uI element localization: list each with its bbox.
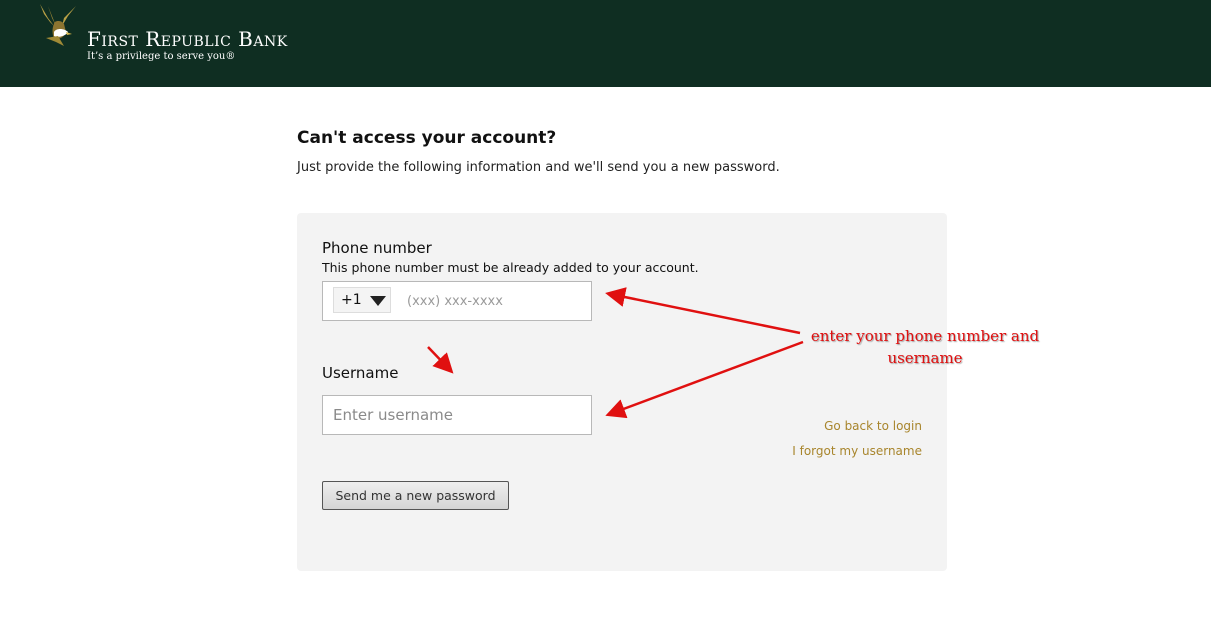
username-label: Username	[322, 364, 399, 382]
phone-number-label: Phone number	[322, 239, 432, 257]
send-new-password-button[interactable]: Send me a new password	[322, 481, 509, 510]
phone-number-help-text: This phone number must be already added …	[322, 260, 699, 275]
site-header: First Republic Bank It’s a privilege to …	[0, 0, 1211, 87]
eagle-icon	[40, 4, 76, 46]
forgot-username-link[interactable]: I forgot my username	[792, 444, 922, 458]
country-code-value: +1	[341, 292, 362, 308]
phone-number-input[interactable]	[403, 290, 591, 312]
annotation-text: enter your phone number and username	[810, 327, 1040, 367]
chevron-down-icon	[370, 296, 386, 306]
brand-name: First Republic Bank	[87, 27, 288, 51]
phone-number-field: +1	[322, 281, 592, 321]
go-back-to-login-link[interactable]: Go back to login	[824, 419, 922, 433]
country-code-select[interactable]: +1	[333, 287, 391, 313]
page-title: Can't access your account?	[297, 128, 557, 148]
brand-tagline: It’s a privilege to serve you®	[87, 51, 236, 62]
username-input[interactable]	[322, 395, 592, 435]
page-subtitle: Just provide the following information a…	[297, 160, 780, 175]
